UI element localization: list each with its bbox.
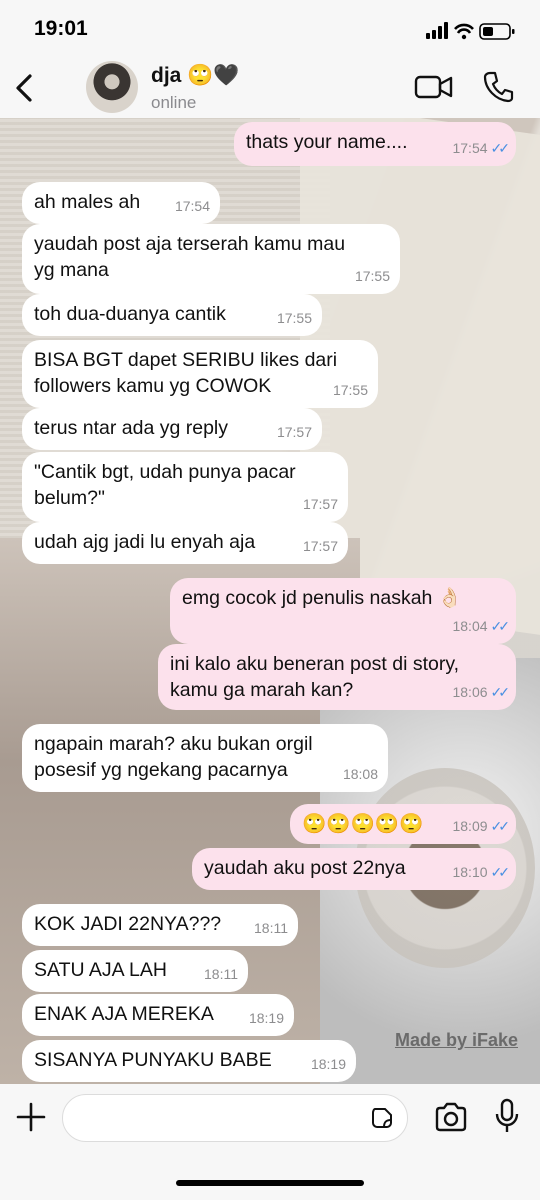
message-time: 17:54 [174,198,210,214]
message-meta: 18:09 ✓✓ [452,813,511,839]
contact-name-emoji: 🙄🖤 [187,64,240,87]
message-time: 17:55 [354,268,390,284]
message-text: BISA BGT dapet SERIBU likes dari followe… [34,349,338,397]
back-button[interactable] [10,68,40,108]
voice-call-button[interactable] [482,70,514,104]
message-bubble-outgoing[interactable]: emg cocok jd penulis naskah 👌🏻 18:04 ✓✓ [170,578,516,644]
status-time: 19:01 [34,17,88,40]
message-bubble-incoming[interactable]: yaudah post aja terserah kamu mau yg man… [22,224,400,294]
message-time: 18:04 [452,618,488,634]
message-time: 18:11 [204,966,238,982]
message-time: 17:55 [332,382,368,398]
message-bubble-incoming[interactable]: SISANYA PUNYAKU BABE 18:19 [22,1040,356,1082]
contact-status: online [151,93,197,112]
message-meta: 17:54 ✓✓ [452,135,511,161]
message-bubble-incoming[interactable]: KOK JADI 22NYA??? 18:11 [22,904,298,946]
message-time: 18:06 [452,684,488,700]
message-time: 18:19 [310,1056,346,1072]
read-receipt-icon: ✓✓ [490,818,511,834]
avatar[interactable] [86,61,138,113]
message-bubble-incoming[interactable]: ah males ah 17:54 [22,182,220,224]
video-camera-icon [414,75,453,99]
message-text: ngapain marah? aku bukan orgil posesif y… [34,733,313,781]
message-bubble-incoming[interactable]: udah ajg jadi lu enyah aja 17:57 [22,522,348,564]
message-time: 18:11 [254,920,288,936]
composer-bar [0,1084,540,1200]
message-text: ini kalo aku beneran post di story, kamu… [170,653,460,701]
phone-icon [483,71,514,103]
message-text: emg cocok jd penulis naskah 👌🏻 [182,587,463,609]
message-bubble-incoming[interactable]: "Cantik bgt, udah punya pacar belum?" 17… [22,452,348,522]
chat-header: dja 🙄🖤 online [0,58,540,118]
camera-icon [435,1102,467,1132]
sticker-icon [372,1108,392,1128]
message-text: ah males ah [34,191,141,213]
plus-icon [16,1102,46,1132]
read-receipt-icon: ✓✓ [490,140,511,156]
signal-wifi-battery-icon [426,22,515,40]
message-time: 17:57 [276,424,312,440]
contact-name-text: dja [151,64,182,87]
message-bubble-incoming[interactable]: BISA BGT dapet SERIBU likes dari followe… [22,340,378,408]
message-text: ENAK AJA MEREKA [34,1003,214,1025]
message-bubble-outgoing[interactable]: 🙄🙄🙄🙄🙄 18:09 ✓✓ [290,804,516,844]
message-meta: 18:06 ✓✓ [452,679,511,705]
message-text: yaudah post aja terserah kamu mau yg man… [34,233,346,281]
watermark: Made by iFake [394,1030,518,1050]
read-receipt-icon: ✓✓ [490,684,511,700]
message-time: 18:19 [248,1010,284,1026]
message-input[interactable] [62,1094,408,1142]
message-text: udah ajg jadi lu enyah aja [34,531,256,553]
contact-name[interactable]: dja 🙄🖤 [151,64,239,88]
message-bubble-incoming[interactable]: SATU AJA LAH 18:11 [22,950,248,992]
message-time: 17:57 [302,496,338,512]
message-text: toh dua-duanya cantik [34,303,226,325]
camera-button[interactable] [434,1102,468,1132]
message-text: thats your name.... [246,131,408,153]
message-bubble-incoming[interactable]: ngapain marah? aku bukan orgil posesif y… [22,724,388,792]
status-bar: 19:01 [0,0,540,58]
sticker-button[interactable] [371,1107,393,1129]
message-text: yaudah aku post 22nya [204,857,406,879]
message-time: 17:55 [276,310,312,326]
message-time: 18:09 [452,818,488,834]
message-time: 18:08 [342,766,378,782]
microphone-button[interactable] [494,1098,520,1134]
read-receipt-icon: ✓✓ [490,864,511,880]
message-meta: 18:10 ✓✓ [452,859,511,885]
message-time: 18:10 [452,864,488,880]
message-bubble-outgoing[interactable]: ini kalo aku beneran post di story, kamu… [158,644,516,710]
message-bubble-outgoing[interactable]: thats your name.... 17:54 ✓✓ [234,122,516,166]
message-bubble-outgoing[interactable]: yaudah aku post 22nya 18:10 ✓✓ [192,848,516,890]
read-receipt-icon: ✓✓ [490,618,511,634]
message-text: SISANYA PUNYAKU BABE [34,1049,272,1071]
chat-area[interactable]: thats your name.... 17:54 ✓✓ ah males ah … [0,118,540,1084]
video-call-button[interactable] [414,72,454,102]
attach-button[interactable] [14,1100,48,1134]
message-text: 🙄🙄🙄🙄🙄 [302,813,424,835]
message-meta: 18:04 ✓✓ [452,613,511,639]
message-bubble-incoming[interactable]: ENAK AJA MEREKA 18:19 [22,994,294,1036]
message-text: KOK JADI 22NYA??? [34,913,222,935]
message-text: "Cantik bgt, udah punya pacar belum?" [34,461,296,509]
status-icons [426,20,516,47]
message-time: 17:54 [452,140,488,156]
message-text: terus ntar ada yg reply [34,417,229,439]
home-indicator [176,1180,364,1186]
message-text: SATU AJA LAH [34,959,167,981]
message-bubble-incoming[interactable]: terus ntar ada yg reply 17:57 [22,408,322,450]
chevron-left-icon [16,74,32,102]
message-bubble-incoming[interactable]: toh dua-duanya cantik 17:55 [22,294,322,336]
microphone-icon [495,1098,519,1132]
message-time: 17:57 [302,538,338,554]
